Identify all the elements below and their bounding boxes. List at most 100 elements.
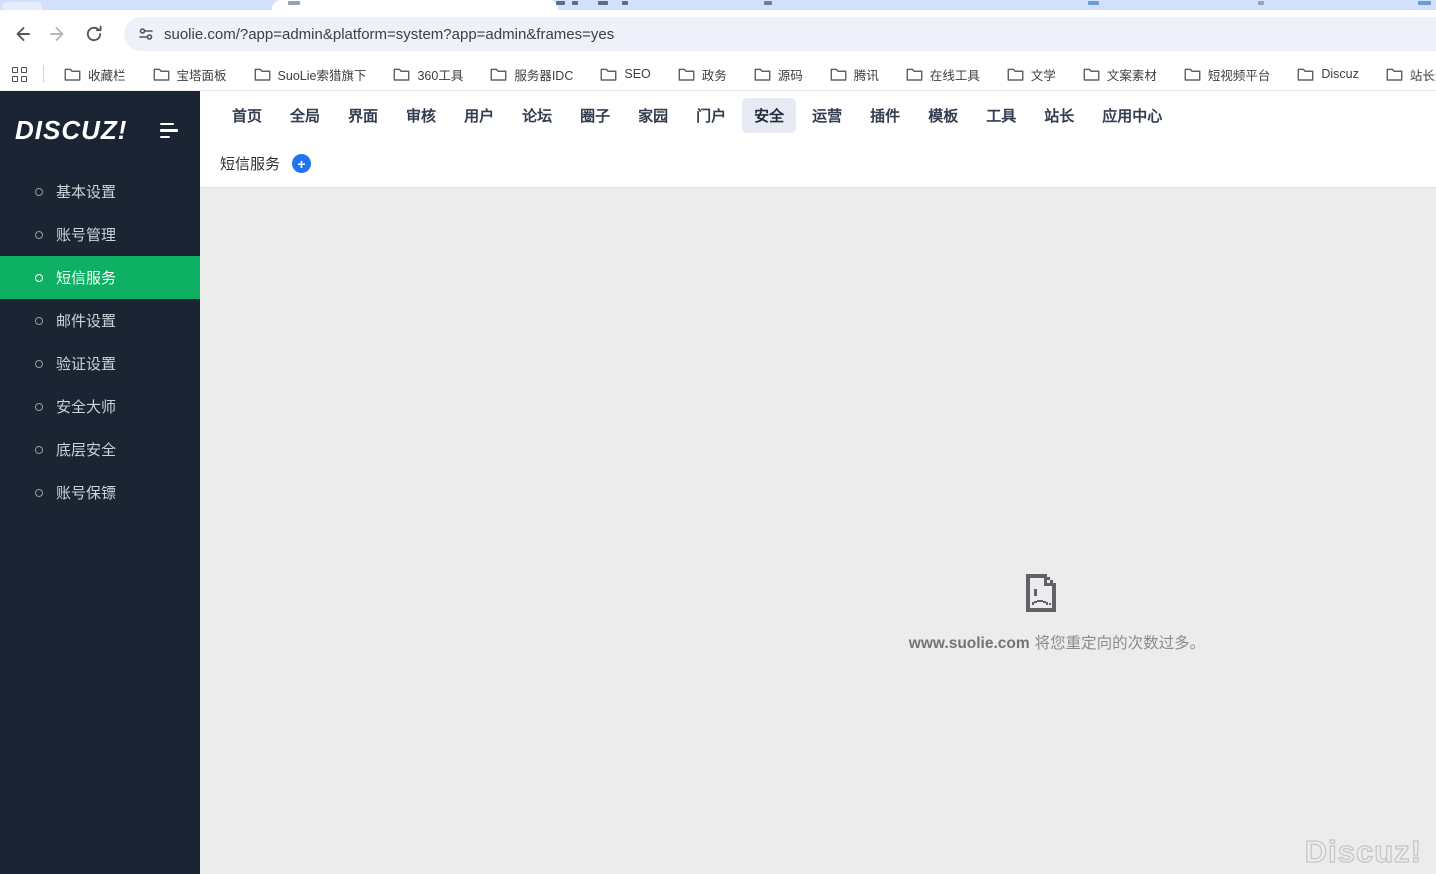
clipped-tab-remnant (764, 1, 772, 5)
sidebar-menu-item[interactable]: 账号保镖 (0, 471, 200, 514)
forward-button[interactable] (46, 22, 70, 46)
bullet-circle-icon (35, 488, 43, 497)
apps-grid-icon (12, 66, 27, 82)
folder-icon (1007, 68, 1024, 81)
clipped-tab-remnant (622, 1, 628, 5)
bullet-circle-icon (35, 187, 43, 196)
bookmarks-bar: 收藏栏 宝塔面板 SuoLie索猎旗下 360工具 服务器IDC SEO 政务 … (0, 58, 1436, 91)
bookmark-folder[interactable]: 服务器IDC (490, 65, 573, 84)
bookmark-folder[interactable]: 在线工具 (906, 65, 980, 84)
admin-nav-tab[interactable]: 门户 (684, 98, 738, 133)
sidebar-menu-item-label: 邮件设置 (56, 313, 117, 330)
bookmark-folder[interactable]: 文案素材 (1083, 65, 1157, 84)
add-button[interactable]: + (292, 154, 312, 173)
redirect-error-text: www.suolie.com 将您重定向的次数过多。 (909, 631, 1205, 653)
plus-icon: + (297, 155, 306, 172)
sidebar-menu-item[interactable]: 邮件设置 (0, 299, 200, 342)
admin-nav-tab-label: 工具 (986, 108, 1017, 125)
url-text[interactable]: suolie.com/?app=admin&platform=system?ap… (164, 26, 614, 43)
bookmark-folder[interactable]: 政务 (678, 65, 727, 84)
admin-nav-tab-label: 应用中心 (1102, 108, 1163, 125)
section-title: 短信服务 (220, 156, 281, 173)
admin-nav-tab[interactable]: 安全 (742, 98, 797, 133)
admin-nav-tab[interactable]: 审核 (394, 98, 448, 133)
clipped-tab-remnant (288, 1, 300, 5)
admin-nav-tab[interactable]: 界面 (336, 98, 390, 133)
discuz-logo: DISCUZ! (15, 115, 128, 145)
admin-nav-tab[interactable]: 论坛 (510, 98, 564, 133)
sidebar-menu-item[interactable]: 账号管理 (0, 213, 200, 256)
bookmark-folder[interactable]: 宝塔面板 (153, 65, 227, 84)
sidebar-menu-item-label: 底层安全 (56, 442, 117, 459)
sidebar-menu-item[interactable]: 验证设置 (0, 342, 200, 385)
apps-button[interactable] (12, 62, 41, 86)
sidebar: DISCUZ! 基本设置 账号管理 短信服务 邮件设置 验证设置 安全大师 底层… (0, 91, 200, 874)
admin-nav-tab[interactable]: 工具 (974, 98, 1028, 133)
bookmark-folder[interactable]: SEO (600, 67, 651, 82)
admin-nav-tab[interactable]: 用户 (452, 98, 506, 133)
section-subheader: 短信服务 + (200, 140, 1436, 187)
folder-icon (254, 68, 270, 81)
bullet-circle-icon (35, 316, 43, 325)
admin-nav-tab-label: 圈子 (580, 108, 611, 125)
bullet-circle-icon (35, 359, 43, 368)
content-frame: www.suolie.com 将您重定向的次数过多。 Discuz! (200, 187, 1436, 874)
sidebar-menu: 基本设置 账号管理 短信服务 邮件设置 验证设置 安全大师 底层安全 账号保镖 (0, 170, 200, 514)
error-domain: www.suolie.com (908, 635, 1030, 652)
back-arrow-icon (16, 27, 30, 41)
admin-nav-tab-label: 模板 (928, 108, 959, 125)
browser-toolbar: suolie.com/?app=admin&platform=system?ap… (0, 10, 1436, 58)
sidebar-menu-item[interactable]: 基本设置 (0, 170, 200, 213)
folder-icon (678, 68, 695, 81)
folder-icon (600, 68, 617, 81)
sidebar-menu-item-label: 账号管理 (56, 227, 117, 244)
clipped-tab-remnant (1088, 1, 1099, 5)
bookmark-folder-label: 宝塔面板 (176, 68, 227, 83)
admin-nav-tab[interactable]: 模板 (916, 98, 970, 133)
back-button[interactable] (10, 22, 34, 46)
bullet-circle-icon (35, 402, 43, 411)
address-bar[interactable]: suolie.com/?app=admin&platform=system?ap… (124, 17, 1436, 51)
admin-nav-tab-label: 论坛 (522, 108, 553, 125)
admin-nav-tab-label: 审核 (406, 108, 437, 125)
sidebar-menu-item-label: 验证设置 (56, 356, 117, 373)
clipped-tab-remnant (598, 1, 608, 5)
admin-nav-tab[interactable]: 站长 (1032, 98, 1086, 133)
bookmark-folder[interactable]: 短视频平台 (1184, 65, 1270, 84)
admin-page: DISCUZ! 基本设置 账号管理 短信服务 邮件设置 验证设置 安全大师 底层… (0, 91, 1436, 874)
bookmark-folder[interactable]: 源码 (754, 65, 803, 84)
sidebar-menu-item[interactable]: 底层安全 (0, 428, 200, 471)
admin-nav-tab[interactable]: 插件 (858, 98, 912, 133)
bookmark-folder[interactable]: 腾讯 (830, 65, 879, 84)
admin-nav-tabs: 首页 全局 界面 审核 用户 论坛 圈子 家园 门户 安全 运营 插件 模板 工… (200, 91, 1436, 140)
sidebar-collapse-button[interactable] (160, 122, 178, 139)
sidebar-menu-item[interactable]: 短信服务 (0, 256, 200, 299)
error-message: 将您重定向的次数过多。 (1034, 635, 1206, 652)
admin-nav-tab[interactable]: 家园 (626, 98, 680, 133)
clipped-tab-remnant (1258, 1, 1264, 5)
bookmark-folder[interactable]: Discuz (1297, 67, 1359, 82)
sidebar-menu-item-label: 短信服务 (56, 270, 117, 287)
folder-icon (1083, 68, 1100, 81)
admin-nav-tab[interactable]: 全局 (278, 98, 332, 133)
clipped-tab-remnant (572, 1, 578, 5)
bookmark-folder[interactable]: 360工具 (393, 65, 463, 84)
admin-nav-tab[interactable]: 应用中心 (1090, 98, 1174, 133)
bullet-circle-icon (35, 230, 43, 239)
admin-nav-tab[interactable]: 运营 (800, 98, 854, 133)
active-tab-fragment[interactable] (272, 0, 558, 10)
sidebar-header: DISCUZ! (0, 91, 200, 158)
folder-icon (906, 68, 923, 81)
folder-icon (830, 68, 847, 81)
reload-button[interactable] (82, 22, 106, 46)
sidebar-menu-item[interactable]: 安全大师 (0, 385, 200, 428)
admin-nav-tab[interactable]: 首页 (220, 98, 274, 133)
site-info-icon[interactable] (137, 25, 155, 43)
bookmark-folder[interactable]: 收藏栏 (64, 65, 126, 84)
bookmark-folder[interactable]: SuoLie索猎旗下 (254, 65, 366, 84)
admin-nav-tab[interactable]: 圈子 (568, 98, 622, 133)
bookmark-folder-label: 源码 (777, 68, 803, 83)
admin-nav-tab-label: 安全 (754, 108, 785, 125)
bookmark-folder[interactable]: 站长资源 (1386, 65, 1436, 84)
bookmark-folder[interactable]: 文学 (1007, 65, 1056, 84)
